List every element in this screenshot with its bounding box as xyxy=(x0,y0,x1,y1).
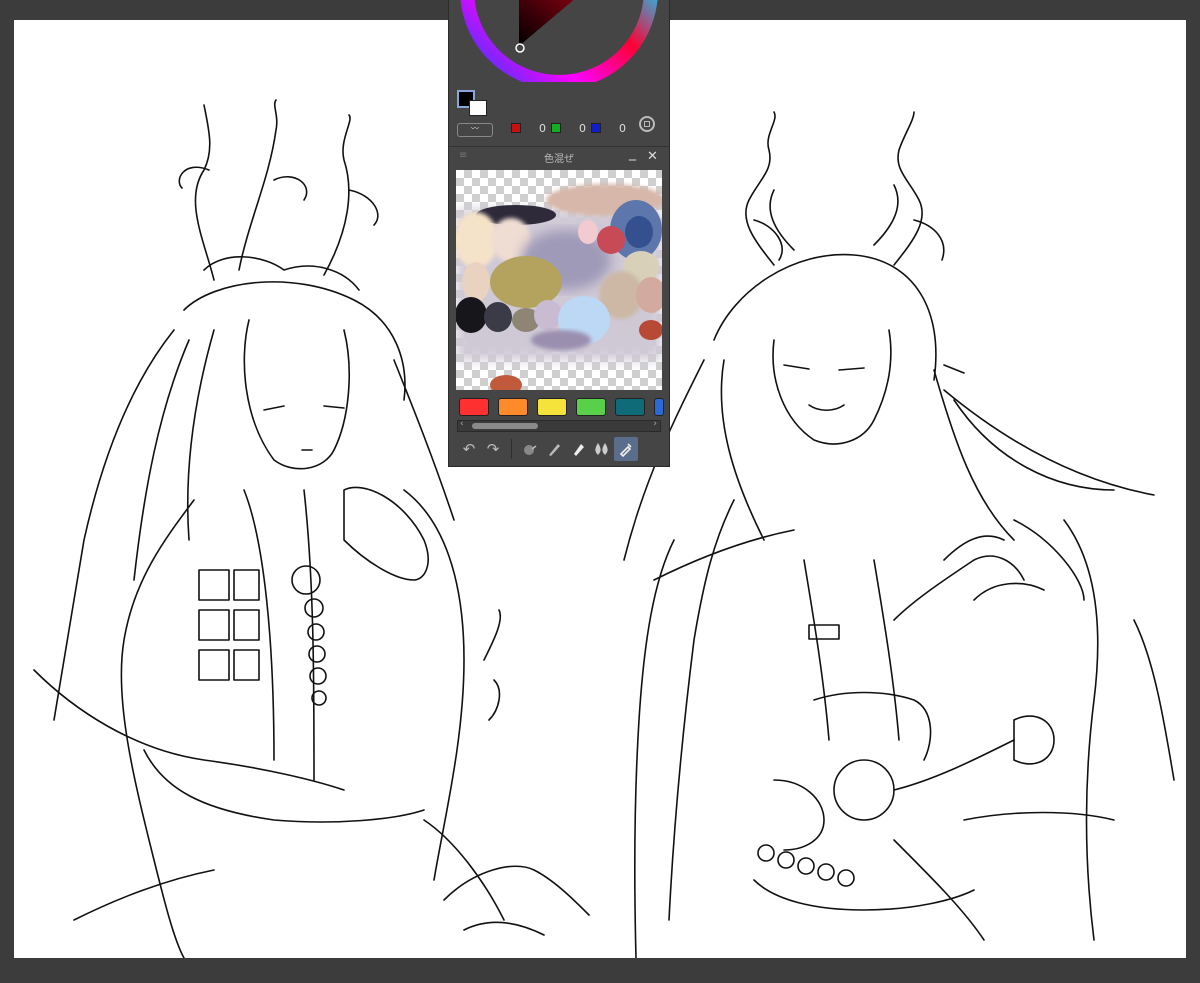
blue-swatch xyxy=(591,123,601,133)
color-panel: 〰 0 0 0 ≡ 色混ぜ _ ✕ ‹ › ↶ ↷ xyxy=(448,0,670,467)
preset-green[interactable] xyxy=(576,398,606,416)
preset-orange[interactable] xyxy=(498,398,528,416)
red-channel: 0 xyxy=(511,121,546,135)
preset-scrollbar[interactable]: ‹ › xyxy=(457,419,661,432)
color-wheel[interactable] xyxy=(449,0,669,82)
scroll-right-icon[interactable]: › xyxy=(653,419,657,429)
preset-colors xyxy=(459,398,664,416)
color-set-icon[interactable] xyxy=(639,116,655,132)
green-value[interactable]: 0 xyxy=(579,122,586,135)
red-swatch xyxy=(511,123,521,133)
blend-tool-icon[interactable] xyxy=(518,437,542,461)
mixed-paint-strokes xyxy=(456,184,662,390)
brush-tool-icon[interactable] xyxy=(542,437,566,461)
swap-pattern-icon[interactable]: 〰 xyxy=(457,123,493,137)
mixing-toolbar: ↶ ↷ xyxy=(457,436,663,462)
hue-ring[interactable] xyxy=(449,0,669,82)
green-swatch xyxy=(551,123,561,133)
toolbar-divider xyxy=(511,439,512,459)
green-channel: 0 xyxy=(551,121,586,135)
color-mixing-title: 色混ぜ xyxy=(544,154,574,165)
color-picker-handle xyxy=(515,43,525,53)
sub-color-swatch[interactable] xyxy=(469,100,487,116)
red-value[interactable]: 0 xyxy=(539,122,546,135)
preset-teal[interactable] xyxy=(615,398,645,416)
scroll-left-icon[interactable]: ‹ xyxy=(460,419,464,429)
water-drop-icon[interactable] xyxy=(590,437,614,461)
scroll-thumb[interactable] xyxy=(472,423,538,429)
color-mixing-canvas[interactable] xyxy=(456,170,662,390)
blue-channel: 0 xyxy=(591,121,626,135)
eyedropper-icon[interactable] xyxy=(614,437,638,461)
preset-blue[interactable] xyxy=(654,398,664,416)
preset-red[interactable] xyxy=(459,398,489,416)
minimize-icon[interactable]: _ xyxy=(629,145,636,161)
color-mixing-header: ≡ 色混ぜ _ ✕ xyxy=(449,145,669,167)
preset-yellow[interactable] xyxy=(537,398,567,416)
undo-icon[interactable]: ↶ xyxy=(457,437,481,461)
paint-tube-icon[interactable] xyxy=(566,437,590,461)
close-icon[interactable]: ✕ xyxy=(647,149,658,164)
redo-icon[interactable]: ↷ xyxy=(481,437,505,461)
blue-value[interactable]: 0 xyxy=(619,122,626,135)
